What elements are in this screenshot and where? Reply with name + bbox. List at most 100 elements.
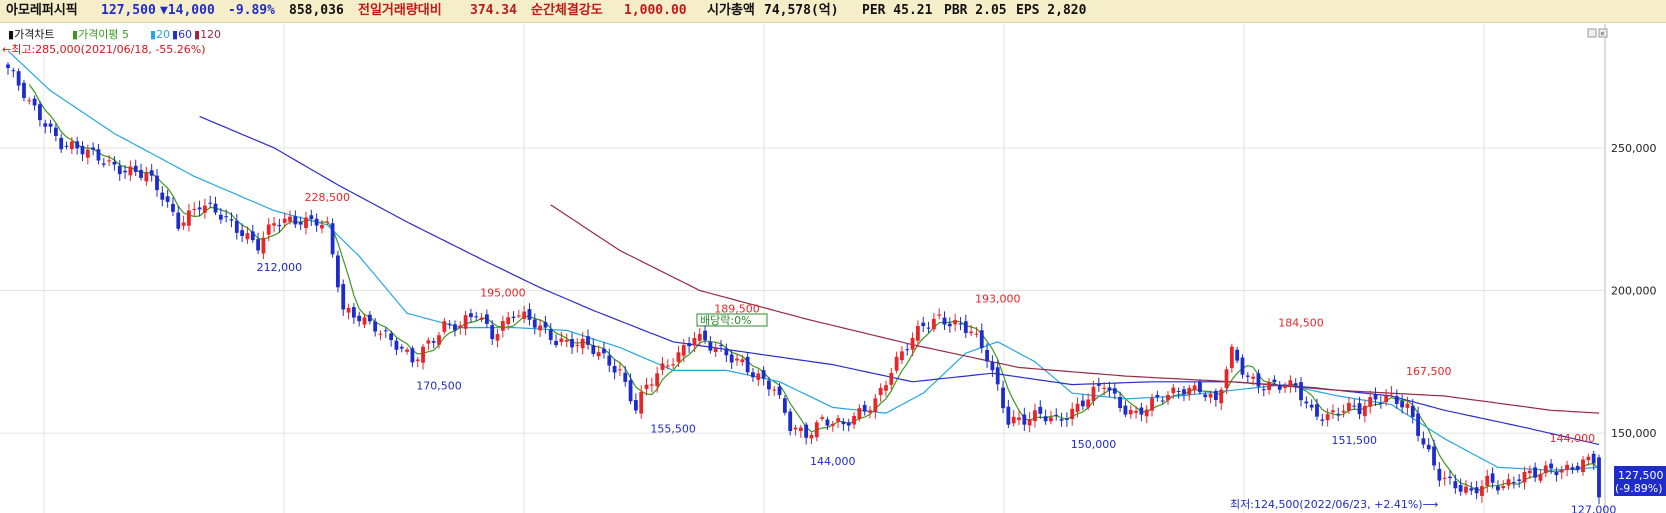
candle[interactable] xyxy=(841,418,846,431)
candle[interactable] xyxy=(676,346,681,367)
candle[interactable] xyxy=(139,163,143,181)
candle[interactable] xyxy=(809,432,814,445)
candle[interactable] xyxy=(564,333,569,348)
candle[interactable] xyxy=(91,142,96,156)
candle[interactable] xyxy=(1474,480,1479,500)
candle[interactable] xyxy=(500,315,505,338)
candle[interactable] xyxy=(900,346,904,365)
candle[interactable] xyxy=(1533,462,1538,483)
candle[interactable] xyxy=(75,136,80,155)
candle[interactable] xyxy=(1070,402,1075,426)
candle[interactable] xyxy=(1038,400,1043,420)
candle[interactable] xyxy=(197,200,202,217)
legend-ma5[interactable]: ▮가격이평 5 xyxy=(72,28,129,41)
candle[interactable] xyxy=(623,365,628,387)
candle[interactable] xyxy=(1543,460,1548,478)
candle[interactable] xyxy=(1049,410,1053,425)
candle[interactable] xyxy=(1426,437,1431,452)
candle[interactable] xyxy=(1128,404,1133,419)
candle[interactable] xyxy=(38,100,42,127)
candle[interactable] xyxy=(1293,378,1298,393)
candle[interactable] xyxy=(1575,462,1580,473)
candle[interactable] xyxy=(1570,463,1575,475)
candle[interactable] xyxy=(788,408,793,436)
candle[interactable] xyxy=(1123,400,1128,418)
candle[interactable] xyxy=(931,312,936,333)
candle[interactable] xyxy=(314,213,319,232)
stock-name[interactable]: 아모레퍼시픽 xyxy=(6,0,78,22)
candle[interactable] xyxy=(1362,399,1367,423)
candle[interactable] xyxy=(612,359,617,380)
candle[interactable] xyxy=(16,68,21,91)
candle[interactable] xyxy=(1213,388,1218,407)
candle[interactable] xyxy=(713,342,718,357)
candle[interactable] xyxy=(884,380,888,397)
candle[interactable] xyxy=(367,311,372,325)
legend-price-chart[interactable]: ▮가격차트 xyxy=(8,28,55,41)
candle[interactable] xyxy=(53,123,58,142)
candle[interactable] xyxy=(1421,431,1426,449)
candle[interactable] xyxy=(740,354,745,366)
candle[interactable] xyxy=(756,369,761,386)
candle[interactable] xyxy=(202,198,207,219)
candle[interactable] xyxy=(11,67,16,78)
candle[interactable] xyxy=(1581,456,1585,476)
candle[interactable] xyxy=(697,328,702,347)
candle[interactable] xyxy=(953,313,958,332)
candle[interactable] xyxy=(751,367,755,382)
candle[interactable] xyxy=(772,385,777,396)
candle[interactable] xyxy=(171,197,175,217)
candle[interactable] xyxy=(48,119,53,134)
candle[interactable] xyxy=(1229,343,1234,373)
candle[interactable] xyxy=(1064,412,1069,427)
candle[interactable] xyxy=(708,336,713,354)
candle[interactable] xyxy=(1309,399,1314,411)
candle[interactable] xyxy=(538,319,543,338)
candle[interactable] xyxy=(649,377,654,393)
candle[interactable] xyxy=(447,320,452,329)
candle[interactable] xyxy=(1565,460,1569,477)
legend-ma60[interactable]: ▮60 xyxy=(172,28,192,41)
candle[interactable] xyxy=(1086,393,1091,411)
candle[interactable] xyxy=(782,395,787,416)
candle[interactable] xyxy=(586,329,590,350)
candle[interactable] xyxy=(341,279,346,316)
candle[interactable] xyxy=(868,406,872,419)
candle[interactable] xyxy=(469,308,473,323)
candle[interactable] xyxy=(1224,366,1229,395)
candle[interactable] xyxy=(1394,389,1399,409)
candle[interactable] xyxy=(1139,402,1144,422)
candle[interactable] xyxy=(1080,394,1085,411)
candle[interactable] xyxy=(511,311,516,323)
candle[interactable] xyxy=(229,212,234,228)
candle[interactable] xyxy=(575,338,580,353)
candle[interactable] xyxy=(602,341,606,359)
candle[interactable] xyxy=(878,383,883,402)
candle[interactable] xyxy=(660,357,665,376)
candle[interactable] xyxy=(1453,474,1458,494)
candle[interactable] xyxy=(681,339,686,363)
candle[interactable] xyxy=(149,163,154,182)
candle[interactable] xyxy=(947,317,952,333)
candle[interactable] xyxy=(1495,480,1500,495)
candle[interactable] xyxy=(1182,385,1186,402)
candle[interactable] xyxy=(6,62,10,75)
candle[interactable] xyxy=(1522,466,1527,490)
candle[interactable] xyxy=(1166,391,1170,405)
candle[interactable] xyxy=(261,231,266,259)
candle[interactable] xyxy=(1336,407,1341,422)
candle[interactable] xyxy=(985,343,989,368)
candle[interactable] xyxy=(554,334,558,348)
candle[interactable] xyxy=(101,158,106,168)
candle[interactable] xyxy=(1299,376,1303,407)
candle[interactable] xyxy=(415,356,420,368)
candle[interactable] xyxy=(1059,412,1064,427)
candle[interactable] xyxy=(474,311,479,321)
candle[interactable] xyxy=(937,308,942,320)
candle[interactable] xyxy=(1033,403,1037,428)
candle[interactable] xyxy=(133,159,138,176)
candle[interactable] xyxy=(921,316,926,333)
candle[interactable] xyxy=(1277,381,1282,394)
candle[interactable] xyxy=(463,310,468,336)
candle[interactable] xyxy=(187,203,191,232)
